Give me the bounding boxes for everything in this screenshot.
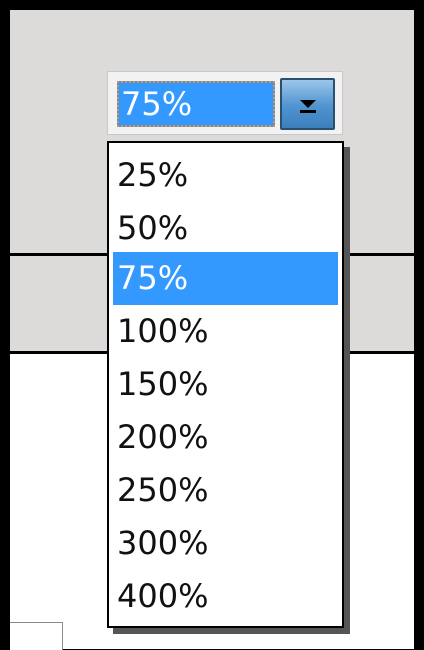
thumbnail-frame: [10, 622, 63, 650]
zoom-option-150[interactable]: 150%: [113, 358, 338, 411]
zoom-option-200[interactable]: 200%: [113, 411, 338, 464]
zoom-dropdown-list: 25% 50% 75% 100% 150% 200% 250% 300% 400…: [107, 141, 344, 628]
chevron-down-icon-bar: [300, 110, 316, 113]
zoom-current-value[interactable]: 75%: [117, 81, 275, 127]
zoom-option-300[interactable]: 300%: [113, 517, 338, 570]
zoom-option-250[interactable]: 250%: [113, 464, 338, 517]
zoom-option-25[interactable]: 25%: [113, 149, 338, 202]
zoom-option-75[interactable]: 75%: [113, 252, 338, 305]
zoom-option-400[interactable]: 400%: [113, 570, 338, 623]
zoom-option-100[interactable]: 100%: [113, 305, 338, 358]
chevron-down-icon: [300, 100, 316, 108]
zoom-combobox[interactable]: 75%: [107, 71, 343, 135]
zoom-option-50[interactable]: 50%: [113, 202, 338, 255]
zoom-dropdown-button[interactable]: [280, 78, 335, 130]
